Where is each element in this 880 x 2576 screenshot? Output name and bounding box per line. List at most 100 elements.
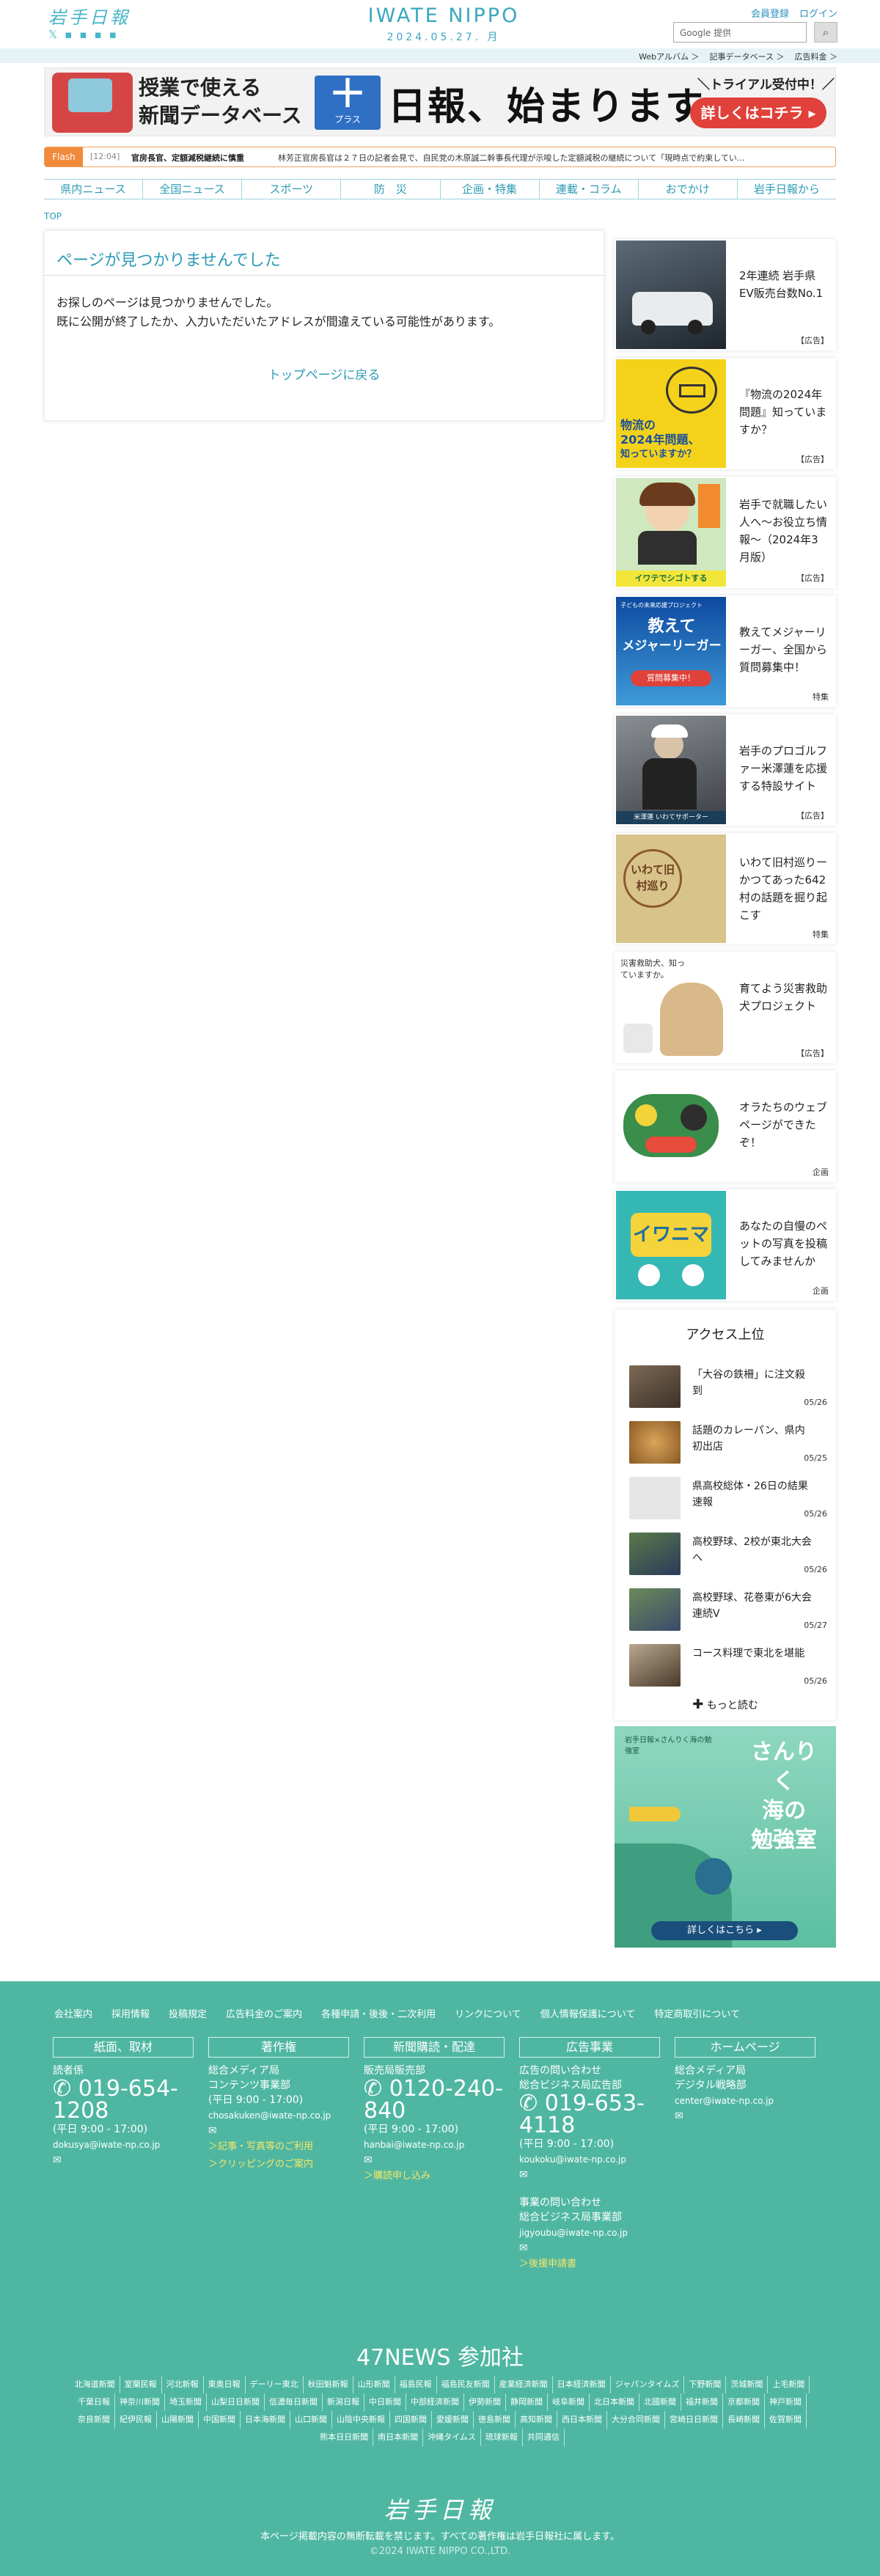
site-logo[interactable]: 岩手日報 bbox=[48, 3, 131, 29]
side-card[interactable]: イワニマ あなたの自慢のペットの写真を投稿してみませんか 企画 bbox=[615, 1189, 836, 1301]
side-card[interactable]: イワテでシゴトする 岩手で就職したい人へ〜お役立ち情報〜（2024年3月版） 【… bbox=[615, 477, 836, 588]
ranking-item[interactable]: 県高校総体・26日の結果速報 05/26 bbox=[629, 1468, 827, 1519]
footer-yellow-link[interactable]: ＞記事・写真等のご利用 bbox=[208, 2138, 349, 2156]
footer-link[interactable]: 投稿規定 bbox=[169, 2006, 207, 2020]
flash-title[interactable]: 官房長官、定額減税継続に慎重 bbox=[131, 152, 244, 164]
news47-paper-link[interactable]: 京都新聞 bbox=[723, 2393, 765, 2411]
ranking-item[interactable]: 高校野球、2校が東北大会へ 05/26 bbox=[629, 1524, 827, 1575]
news47-paper-link[interactable]: 埼玉新聞 bbox=[165, 2393, 207, 2411]
news47-paper-link[interactable]: 琉球新報 bbox=[481, 2429, 523, 2446]
card-title[interactable]: 岩手で就職したい人へ〜お役立ち情報〜（2024年3月版） bbox=[739, 496, 827, 566]
ranking-title[interactable]: 高校野球、花巻東が6大会連続V bbox=[692, 1590, 813, 1622]
side-card[interactable]: 2年連続 岩手県EV販売台数No.1 【広告】 bbox=[615, 239, 836, 351]
news47-paper-link[interactable]: 山陰中央新報 bbox=[332, 2411, 390, 2429]
news47-paper-link[interactable]: 上毛新聞 bbox=[768, 2376, 810, 2393]
back-to-top-link[interactable]: トップページに戻る bbox=[45, 364, 604, 383]
facebook-icon[interactable]: ▪ bbox=[65, 28, 72, 41]
news47-paper-link[interactable]: 新潟日報 bbox=[323, 2393, 364, 2411]
ranking-item[interactable]: コース料理で東北を堪能 05/26 bbox=[629, 1635, 827, 1687]
email-link[interactable]: center@iwate-np.co.jp bbox=[675, 2093, 815, 2109]
news47-paper-link[interactable]: 中国新聞 bbox=[199, 2411, 241, 2429]
nav-prefecture-news[interactable]: 県内ニュース bbox=[44, 180, 142, 199]
news47-paper-link[interactable]: 奈良新聞 bbox=[73, 2411, 115, 2429]
news47-paper-link[interactable]: 日本海新聞 bbox=[241, 2411, 290, 2429]
news47-paper-link[interactable]: 長崎新聞 bbox=[723, 2411, 765, 2429]
side-card[interactable]: 子どもの未来応援プロジェクト 教えて メジャーリーガー 質問募集中！ 教えてメジ… bbox=[615, 595, 836, 707]
card-title[interactable]: 岩手のプロゴルファー米澤蓮を応援する特設サイト bbox=[739, 742, 827, 795]
news47-paper-link[interactable]: 佐賀新聞 bbox=[765, 2411, 807, 2429]
read-more-button[interactable]: ✚ もっと読む bbox=[615, 1697, 836, 1712]
news47-paper-link[interactable]: 沖縄タイムス bbox=[423, 2429, 481, 2446]
nav-outings[interactable]: おでかけ bbox=[637, 180, 737, 199]
email-link[interactable]: dokusya@iwate-np.co.jp bbox=[53, 2137, 194, 2153]
news47-paper-link[interactable]: 北日本新聞 bbox=[590, 2393, 639, 2411]
instagram-icon[interactable]: ▪ bbox=[79, 28, 87, 41]
nav-features[interactable]: 企画・特集 bbox=[439, 180, 539, 199]
news47-paper-link[interactable]: 西日本新聞 bbox=[557, 2411, 607, 2429]
nav-national-news[interactable]: 全国ニュース bbox=[142, 180, 241, 199]
card-title[interactable]: オラたちのウェブページができたぞ！ bbox=[739, 1098, 827, 1151]
side-card[interactable]: オラたちのウェブページができたぞ！ 企画 bbox=[615, 1071, 836, 1182]
ranking-title[interactable]: 高校野球、2校が東北大会へ bbox=[692, 1534, 813, 1566]
footer-yellow-link[interactable]: ＞購読申し込み bbox=[364, 2168, 505, 2185]
news47-paper-link[interactable]: 神戸新聞 bbox=[765, 2393, 807, 2411]
mail-icon[interactable]: ✉ bbox=[53, 2153, 194, 2168]
mail-icon[interactable]: ✉ bbox=[519, 2241, 660, 2256]
card-title[interactable]: 育てよう災害救助犬プロジェクト bbox=[739, 980, 827, 1015]
news47-paper-link[interactable]: 信濃毎日新聞 bbox=[265, 2393, 323, 2411]
nav-from-nippo[interactable]: 岩手日報から bbox=[736, 180, 836, 199]
ad-details-button[interactable]: 詳しくはこちら ▸ bbox=[651, 1921, 798, 1940]
card-title[interactable]: 教えてメジャーリーガー、全国から質問募集中！ bbox=[739, 623, 827, 676]
footer-link[interactable]: 個人情報保護について bbox=[540, 2006, 636, 2020]
news47-paper-link[interactable]: 日本経済新聞 bbox=[553, 2376, 611, 2393]
news47-paper-link[interactable]: デーリー東北 bbox=[246, 2376, 304, 2393]
footer-link[interactable]: 広告料金のご案内 bbox=[226, 2006, 302, 2020]
phone-number[interactable]: 019-653-4118 bbox=[519, 2091, 645, 2138]
news47-paper-link[interactable]: ジャパンタイムズ bbox=[611, 2376, 685, 2393]
register-link[interactable]: 会員登録 bbox=[751, 6, 789, 20]
news47-paper-link[interactable]: 福井新聞 bbox=[681, 2393, 723, 2411]
ranking-item[interactable]: 話題のカレーパン、県内初出店 05/25 bbox=[629, 1412, 827, 1464]
mail-icon[interactable]: ✉ bbox=[519, 2168, 660, 2182]
news47-paper-link[interactable]: 千葉日報 bbox=[73, 2393, 115, 2411]
news47-paper-link[interactable]: 岐阜新聞 bbox=[548, 2393, 590, 2411]
news47-paper-link[interactable]: 福島民報 bbox=[395, 2376, 437, 2393]
email-link[interactable]: chosakuken@iwate-np.co.jp bbox=[208, 2107, 349, 2124]
x-icon[interactable]: 𝕏 bbox=[48, 28, 57, 41]
ranking-item[interactable]: 「大谷の鉄柵」に注文殺到 05/26 bbox=[629, 1357, 827, 1408]
search-icon[interactable]: ⌕ bbox=[814, 22, 837, 43]
side-card[interactable]: いわて旧村巡り いわて旧村巡りーかつてあった642村の話題を掘り起こす 特集 bbox=[615, 833, 836, 944]
nav-columns[interactable]: 連載・コラム bbox=[538, 180, 638, 199]
card-title[interactable]: 2年連続 岩手県EV販売台数No.1 bbox=[739, 267, 827, 302]
news47-paper-link[interactable]: 静岡新聞 bbox=[506, 2393, 548, 2411]
footer-logo[interactable]: 岩手日報 bbox=[0, 2492, 880, 2525]
flash-news-ticker[interactable]: Flash [12:04] 官房長官、定額減税継続に慎重 林芳正官房長官は２７日… bbox=[44, 147, 836, 167]
card-title[interactable]: あなたの自慢のペットの写真を投稿してみませんか bbox=[739, 1217, 827, 1270]
news47-paper-link[interactable]: 中部経済新聞 bbox=[406, 2393, 464, 2411]
news47-paper-link[interactable]: 山形新聞 bbox=[353, 2376, 395, 2393]
news47-paper-link[interactable]: 紀伊民報 bbox=[115, 2411, 157, 2429]
phone-number[interactable]: 0120-240-840 bbox=[364, 2076, 503, 2124]
news47-paper-link[interactable]: 北海道新聞 bbox=[70, 2376, 120, 2393]
article-db-link[interactable]: 記事データベース ＞ bbox=[710, 51, 785, 62]
news47-paper-link[interactable]: 室蘭民報 bbox=[120, 2376, 162, 2393]
side-card[interactable]: 物流の 2024年問題、 知っていますか？ 『物流の2024年問題』知っています… bbox=[615, 358, 836, 469]
mail-icon[interactable]: ✉ bbox=[364, 2153, 505, 2168]
banner-details-button[interactable]: 詳しくはコチラ ▸ bbox=[690, 98, 826, 128]
web-album-link[interactable]: Webアルバム ＞ bbox=[639, 51, 699, 62]
ranking-title[interactable]: 県高校総体・26日の結果速報 bbox=[692, 1478, 813, 1511]
ranking-item[interactable]: 高校野球、花巻東が6大会連続V 05/27 bbox=[629, 1579, 827, 1631]
login-link[interactable]: ログイン bbox=[799, 6, 837, 20]
news47-paper-link[interactable]: 福島民友新聞 bbox=[437, 2376, 495, 2393]
email-link[interactable]: jigyoubu@iwate-np.co.jp bbox=[519, 2225, 660, 2241]
ranking-title[interactable]: 「大谷の鉄柵」に注文殺到 bbox=[692, 1367, 813, 1399]
mail-icon[interactable]: ✉ bbox=[675, 2109, 815, 2124]
email-link[interactable]: koukoku@iwate-np.co.jp bbox=[519, 2151, 660, 2168]
news47-paper-link[interactable]: 北國新聞 bbox=[639, 2393, 681, 2411]
card-title[interactable]: いわて旧村巡りーかつてあった642村の話題を掘り起こす bbox=[739, 854, 827, 924]
news47-paper-link[interactable]: 神奈川新聞 bbox=[115, 2393, 165, 2411]
news47-paper-link[interactable]: 宮崎日日新聞 bbox=[665, 2411, 723, 2429]
news47-paper-link[interactable]: 四国新聞 bbox=[390, 2411, 432, 2429]
youtube-icon[interactable]: ▪ bbox=[94, 28, 101, 41]
news47-paper-link[interactable]: 下野新聞 bbox=[684, 2376, 727, 2393]
